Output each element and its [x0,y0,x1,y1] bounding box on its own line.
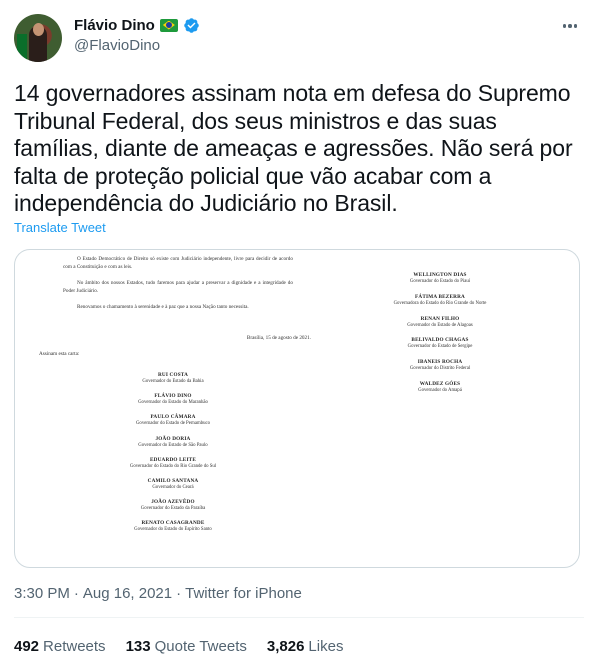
tweet-text-line: independência do Judiciário no Brasil. [14,190,398,217]
signatory-name: WELLINGTON DIAS [413,272,467,278]
letter-line: O Estado Democrático de Direito só exist… [77,256,244,262]
avatar-face-shape [33,23,44,36]
meta-separator: · [176,585,182,602]
letter-line: necessita. [228,304,249,310]
author-avatar[interactable] [14,14,62,62]
signatory-title: Governador do Estado da Paraíba [140,506,206,512]
signatory-title: Governador do Amapá [418,388,462,393]
brazil-flag-icon [159,18,178,32]
tweet-text-line: famílias, diante de ameaças e agressões.… [14,135,573,162]
signatory-name: BELIVALDO CHAGAS [411,337,469,344]
likes-count: 3,826 [266,638,305,655]
letter-paragraph: No âmbito dos nossos Estados, tudo farem… [63,280,293,295]
tweet-image[interactable]: O Estado Democrático de Direito só exist… [14,249,580,568]
verified-badge-icon [184,17,199,33]
signatory-title: Governadora do Estado do Rio Grande do N… [393,300,487,306]
signatory-title: Governador do Estado do Espírito Santo [134,527,212,533]
tweet-stats: 492 Retweets 133 Quote Tweets 3,826 Likes [14,638,343,655]
signatory-title: Governador do Estado de Sergipe [407,344,473,350]
signatory-title: Governador do Estado do Rio Grande do Su… [129,463,217,469]
signatory-name: RENATO CASAGRANDE [141,520,205,527]
signatory-name: FLÁVIO DINO [154,393,192,400]
signatory-name: PAULO CÂMARA [150,414,196,421]
tweet-text-line: falta de proteção policial que vão acaba… [14,162,492,189]
likes-stat[interactable]: 3,826 Likes [267,638,344,655]
signatory-title: Governador do Estado de Pernambuco [135,421,211,427]
signatory-title: Governador do Estado da Bahia [142,379,204,384]
signatory-name: IBANEIS ROCHA [417,359,463,366]
letter-sign-intro: Assinam esta carta: [39,351,80,357]
translate-tweet-link[interactable]: Translate Tweet [14,220,106,235]
signatory-title: Governador do Estado do Piauí [409,279,471,284]
more-options-icon[interactable] [560,16,580,36]
signatory-name: EDUARDO LEITE [150,456,196,463]
signatory-name: RENAN FILHO [420,315,460,322]
signatory-name: CAMILO SANTANA [147,478,199,484]
author-display-name[interactable]: Flávio Dino [74,17,155,34]
tweet-text-line: 14 governadores assinam nota em defesa d… [14,80,571,106]
signatory-title: Governador do Estado de Alagoas [407,322,473,328]
signatory-title: Governador do Estado de São Paulo [138,442,208,448]
tweet-text-line: Tribunal Federal, dos seus ministros e d… [14,107,497,134]
meta-separator: · [73,585,79,602]
signatory-title: Governador do Estado do Maranhão [138,400,208,406]
letter-paragraph: O Estado Democrático de Direito só exist… [63,256,293,271]
author-name-row: Flávio Dino [74,15,200,35]
letter-line: No âmbito dos nossos Estados, tudo farem… [77,280,230,286]
dot-shape [562,24,567,28]
dot-shape [573,24,578,28]
quote-tweets-stat[interactable]: 133 Quote Tweets [126,638,247,655]
letter-date: Brasília, 15 de agosto de 2021. [246,335,311,341]
tweet-date[interactable]: Aug 16, 2021 [83,585,172,602]
tweet-time[interactable]: 3:30 PM [14,585,70,602]
quote-tweets-count: 133 [125,638,151,655]
divider [14,617,584,618]
letter-document: O Estado Democrático de Direito só exist… [15,250,579,567]
tweet-source[interactable]: Twitter for iPhone [185,585,302,602]
retweets-count: 492 [14,638,40,655]
signatory-name: JOÃO AZEVÊDO [151,499,195,506]
retweets-label: Retweets [43,638,106,655]
retweets-stat[interactable]: 492 Retweets [14,638,106,655]
quote-tweets-label: Quote Tweets [154,638,247,655]
tweet-text: 14 governadores assinam nota em defesa d… [14,80,584,218]
letter-paragraph: Renovamos o chamamento à serenidade e à … [63,304,293,312]
tweet-meta: 3:30 PM · Aug 16, 2021 · Twitter for iPh… [14,585,302,602]
tweet-card: Flávio Dino @FlavioDino 14 governadores … [0,0,598,668]
author-handle[interactable]: @FlavioDino [74,37,160,54]
signatory-title: Governador do Distrito Federal [409,366,471,372]
signatory-name: FÁTIMA BEZERRA [415,293,465,300]
avatar-flag-shape [17,34,27,60]
signatory-title: Governador do Ceará [152,485,194,490]
dot-shape [568,24,572,28]
signatory-name: JOÃO DORIA [155,435,191,442]
likes-label: Likes [308,638,344,655]
signatory-name: RUI COSTA [157,372,189,378]
signatory-name: WALDEZ GÓES [419,381,461,387]
letter-line: Renovamos o chamamento à serenidade e à … [77,304,228,310]
